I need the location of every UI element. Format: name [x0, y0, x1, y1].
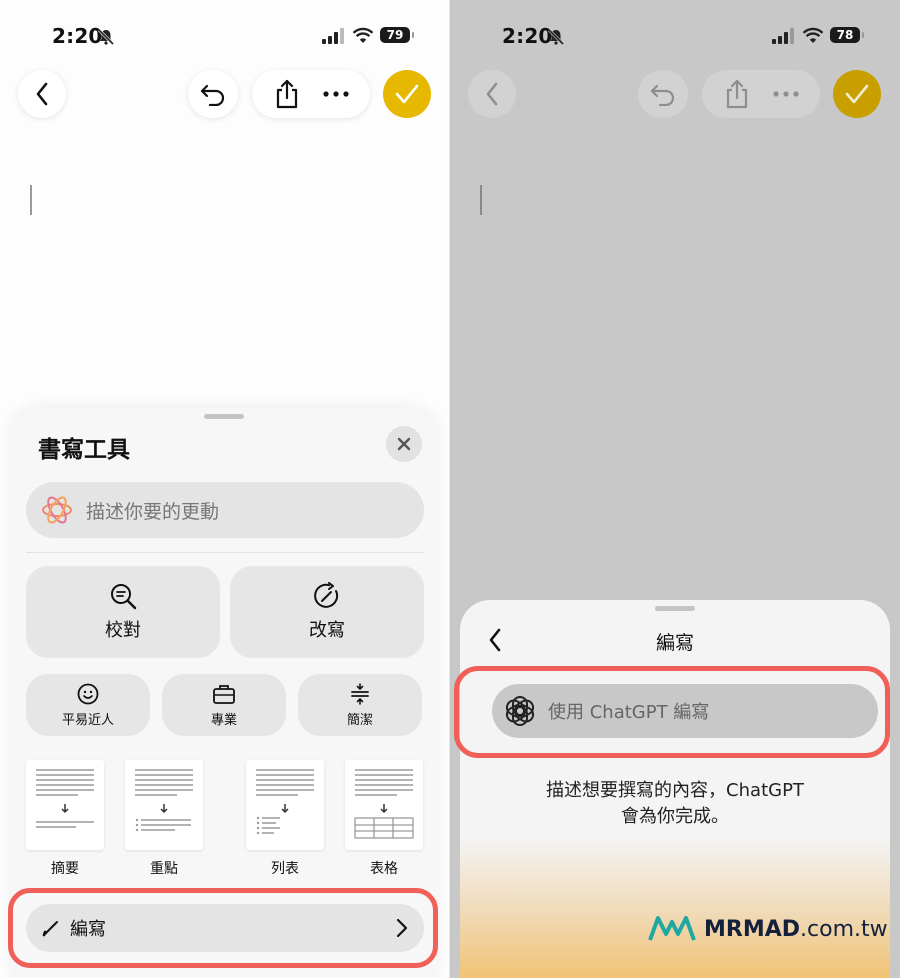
watermark: MRMAD.com.tw: [648, 914, 888, 944]
key-points-label: 重點: [150, 861, 178, 877]
separator: [26, 552, 424, 553]
silent-bell-icon: [547, 28, 565, 46]
summary-thumbnail[interactable]: [26, 760, 104, 850]
summary-label: 摘要: [51, 861, 79, 877]
more-icon[interactable]: [772, 91, 799, 97]
describe-change-input[interactable]: 描述你要的更動: [26, 482, 424, 538]
friendly-button[interactable]: 平易近人: [26, 674, 150, 736]
close-icon: [397, 437, 411, 451]
magnifier-lines-icon: [111, 584, 137, 610]
briefcase-icon: [213, 684, 235, 704]
chatgpt-field-highlight-box: [454, 666, 890, 758]
table-format-icon: [354, 769, 414, 839]
watermark-brand: MRMAD: [704, 916, 801, 942]
friendly-label: 平易近人: [61, 712, 114, 728]
proofread-label: 校對: [105, 620, 141, 641]
chevron-left-icon[interactable]: [488, 628, 502, 652]
rewrite-button[interactable]: 改寫: [230, 566, 424, 658]
sheet-title: 編寫: [655, 632, 694, 654]
share-icon[interactable]: [724, 79, 750, 109]
concise-label: 簡潔: [346, 712, 373, 728]
undo-button[interactable]: [638, 70, 688, 118]
key-points-format-icon: [135, 769, 193, 832]
sheet-title: 書寫工具: [38, 437, 130, 463]
status-bar: 2:20 78: [450, 22, 900, 52]
toolbar-group: [252, 70, 370, 118]
undo-icon: [200, 84, 225, 106]
watermark-text: MRMAD.com.tw: [704, 917, 888, 942]
table-label: 表格: [370, 861, 398, 877]
battery-indicator: 79: [380, 27, 414, 43]
summary-format-icon: [36, 769, 94, 828]
checkmark-icon: [395, 84, 419, 104]
divide-icon: [351, 682, 369, 705]
professional-button[interactable]: 專業: [162, 674, 286, 736]
compose-description: 描述想要撰寫的內容，ChatGPT 會為你完成。: [490, 778, 860, 830]
list-label: 列表: [271, 861, 299, 877]
battery-indicator: 78: [830, 27, 864, 43]
toolbar-group: [702, 70, 820, 118]
sheet-grabber[interactable]: [204, 414, 244, 419]
concise-button[interactable]: 簡潔: [298, 674, 422, 736]
left-screen: 2:20 79 書寫工具 描述你要的更動 校對 改寫 平易近人 專業 簡潔 摘要…: [0, 0, 450, 978]
back-button[interactable]: [18, 70, 66, 118]
status-time: 2:20: [52, 24, 103, 48]
wifi-icon: [802, 27, 824, 43]
back-button[interactable]: [468, 70, 516, 118]
smiley-icon: [77, 683, 99, 704]
undo-button[interactable]: [188, 70, 238, 118]
status-time: 2:20: [502, 24, 553, 48]
professional-label: 專業: [210, 712, 237, 728]
undo-icon: [650, 84, 675, 106]
right-screen: 2:20 78 編寫 使用 ChatGPT 編寫 描述想要撰寫的內容，ChatG…: [450, 0, 900, 978]
text-cursor[interactable]: [480, 185, 482, 215]
rewrite-circle-icon: [314, 582, 339, 608]
table-thumbnail[interactable]: [345, 760, 423, 850]
list-format-icon: [256, 769, 314, 835]
key-points-thumbnail[interactable]: [125, 760, 203, 850]
done-button[interactable]: [833, 70, 881, 118]
text-cursor[interactable]: [30, 185, 32, 215]
done-button[interactable]: [383, 70, 431, 118]
watermark-domain: .com.tw: [800, 916, 888, 942]
apple-intelligence-icon: [42, 496, 72, 524]
rewrite-label: 改寫: [309, 620, 345, 641]
checkmark-icon: [845, 84, 869, 104]
sheet-glow: [460, 838, 890, 978]
status-bar: 2:20 79: [0, 22, 450, 52]
signal-icon: [772, 28, 794, 44]
more-icon[interactable]: [322, 91, 349, 97]
close-button[interactable]: [386, 426, 422, 462]
description-line-2: 會為你完成。: [621, 806, 729, 827]
chevron-left-icon: [36, 82, 48, 106]
description-line-1: 描述想要撰寫的內容，ChatGPT: [546, 780, 804, 801]
compose-highlight-box: [8, 888, 438, 968]
sheet-grabber[interactable]: [655, 606, 695, 611]
proofread-button[interactable]: 校對: [26, 566, 220, 658]
signal-icon: [322, 28, 344, 44]
mrmad-logo-icon: [648, 916, 696, 941]
chevron-left-icon: [486, 82, 498, 106]
describe-change-placeholder: 描述你要的更動: [86, 500, 220, 523]
share-icon[interactable]: [274, 79, 300, 109]
wifi-icon: [352, 27, 374, 43]
list-thumbnail[interactable]: [246, 760, 324, 850]
silent-bell-icon: [97, 28, 115, 46]
